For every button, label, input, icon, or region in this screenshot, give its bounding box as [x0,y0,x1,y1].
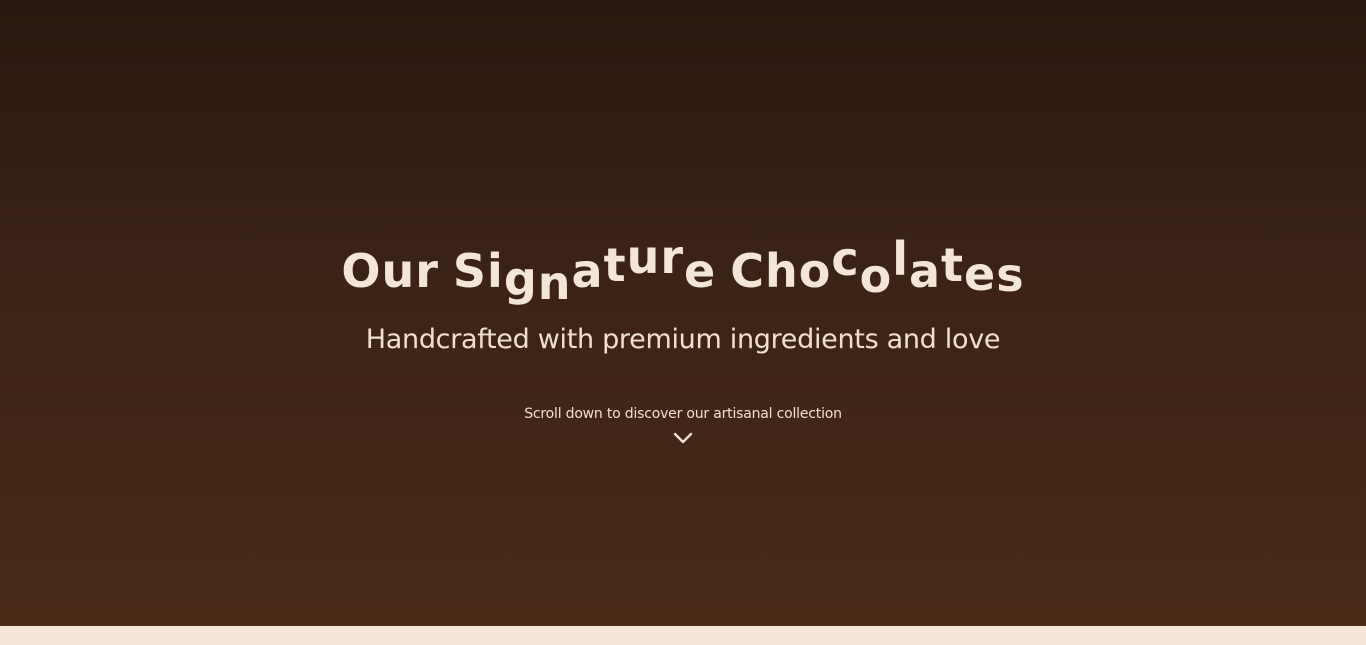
title-letter: e [964,246,997,301]
title-letter: o [798,243,832,298]
title-letter: r [660,229,684,284]
title-letter: C [730,243,765,298]
title-letter: u [381,243,416,298]
title-letter: s [996,247,1025,302]
hero-section: Our Signature Chocolates Handcrafted with … [0,0,1366,626]
page-title: Our Signature Chocolates [0,230,1366,311]
title-letter: a [909,243,942,298]
scroll-hint: Scroll down to discover our artisanal co… [524,406,842,422]
title-letter: O [341,243,382,298]
title-letter: S [452,243,488,298]
title-letter: l [892,231,909,286]
title-letter: i [487,243,504,298]
title-letter: o [859,248,893,303]
title-letter: t [941,237,965,292]
page: Our Signature Chocolates Handcrafted with … [0,0,1366,645]
title-letter: r [415,243,439,298]
title-letters: Our Signature Chocolates [341,230,1024,310]
title-letter: u [626,229,661,284]
title-letter: n [537,255,572,310]
hero-subtitle: Handcrafted with premium ingredients and… [365,324,1001,355]
next-section-edge [0,626,1366,645]
title-letter: h [764,243,799,298]
title-letter: t [603,237,627,292]
title-letter: a [571,243,604,298]
title-letter: e [684,243,717,298]
title-letter: c [831,231,860,286]
chevron-down-icon[interactable] [672,430,694,446]
title-letter: g [503,251,538,306]
